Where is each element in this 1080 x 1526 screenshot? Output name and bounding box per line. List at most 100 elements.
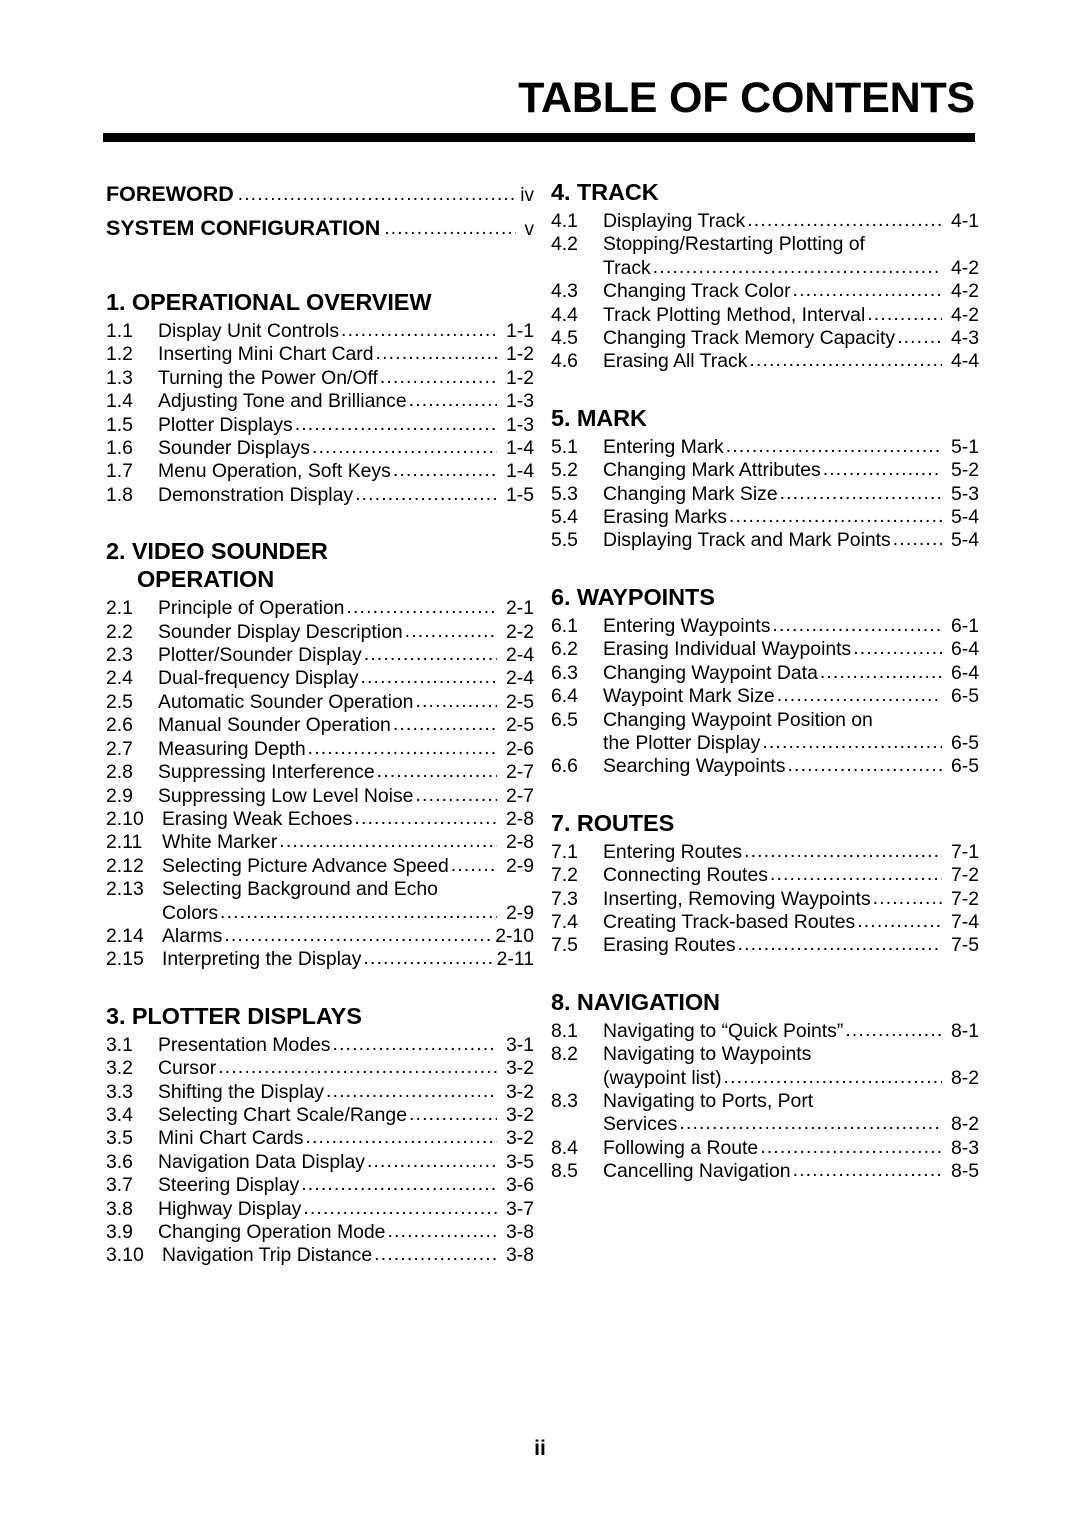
toc-entry[interactable]: 3.6 Navigation Data Display..............…: [106, 1150, 534, 1174]
toc-entry[interactable]: 4.5 Changing Track Memory Capacity.......…: [551, 326, 979, 350]
toc-entry[interactable]: 2.10 Erasing Weak Echoes.................…: [106, 807, 534, 831]
toc-entry-number: 3.6: [106, 1150, 133, 1173]
toc-entry[interactable]: 4.4 Track Plotting Method, Interval......…: [551, 303, 979, 327]
front-matter-row: FOREWORD................................…: [106, 178, 534, 212]
toc-entry[interactable]: 3.5 Mini Chart Cards.....................…: [106, 1126, 534, 1150]
toc-entry-continuation[interactable]: (waypoint list).........................…: [551, 1066, 979, 1090]
toc-entry[interactable]: 5.3 Changing Mark Size...................…: [551, 481, 979, 506]
toc-entry[interactable]: 1.8 Demonstration Display................…: [106, 483, 534, 507]
toc-entry[interactable]: 1.1 Display Unit Controls................…: [106, 319, 534, 343]
toc-entry[interactable]: 2.13Selecting Background and Echo.......…: [106, 878, 534, 901]
toc-entry[interactable]: 3.9 Changing Operation Mode..............…: [106, 1220, 534, 1244]
toc-column-right: 4. TRACK 4.1 Displaying Track.............…: [551, 178, 979, 1184]
toc-entry[interactable]: 2.3 Plotter/Sounder Display..............…: [106, 643, 534, 667]
toc-entry[interactable]: 8.2Navigating to Waypoints..............…: [551, 1043, 979, 1066]
toc-section: 3. PLOTTER DISPLAYS 3.1 Presentation Modes…: [106, 1002, 534, 1268]
dot-leader: ........................................…: [415, 783, 497, 806]
toc-entry[interactable]: 8.1 Navigating to “Quick Points”.........…: [551, 1018, 979, 1043]
toc-section: 4. TRACK 4.1 Displaying Track.............…: [551, 178, 979, 374]
toc-entry[interactable]: 2.12 Selecting Picture Advance Speed.....…: [106, 854, 534, 878]
toc-entry-title: Changing Waypoint Data: [603, 661, 818, 684]
toc-entry-page-number: 1-3: [505, 390, 534, 413]
toc-entry-title: Searching Waypoints: [603, 755, 786, 778]
toc-entry[interactable]: 3.4 Selecting Chart Scale/Range..........…: [106, 1103, 534, 1127]
toc-entry-continuation[interactable]: Services................................…: [551, 1112, 979, 1136]
toc-entry-title: Adjusting Tone and Brilliance: [158, 390, 407, 413]
toc-entry[interactable]: 3.7 Steering Display.....................…: [106, 1173, 534, 1197]
toc-entry-page-number: 2-5: [505, 690, 534, 713]
toc-entry[interactable]: 2.6 Manual Sounder Operation.............…: [106, 713, 534, 737]
toc-entry[interactable]: 2.7 Measuring Depth......................…: [106, 737, 534, 761]
toc-entry[interactable]: 2.5 Automatic Sounder Operation..........…: [106, 690, 534, 714]
toc-entry[interactable]: 3.10 Navigation Trip Distance............…: [106, 1243, 534, 1267]
toc-entry[interactable]: 6.5Changing Waypoint Position on........…: [551, 709, 979, 732]
dot-leader: ........................................…: [224, 923, 495, 946]
toc-entry[interactable]: 2.11 White Marker........................…: [106, 830, 534, 854]
toc-entry[interactable]: 1.7 Menu Operation, Soft Keys............…: [106, 459, 534, 483]
toc-entry[interactable]: 2.14 Alarms..............................…: [106, 923, 534, 948]
toc-entry[interactable]: 7.5 Erasing Routes.......................…: [551, 933, 979, 957]
toc-entry-title: Entering Waypoints: [603, 614, 771, 637]
toc-entry-title: Displaying Track and Mark Points: [603, 529, 891, 552]
toc-entry[interactable]: 1.6 Sounder Displays.....................…: [106, 436, 534, 460]
toc-entry[interactable]: 5.5 Displaying Track and Mark Points.....…: [551, 528, 979, 552]
dot-leader: ........................................…: [779, 481, 942, 504]
toc-entry-continuation[interactable]: Track...................................…: [551, 256, 979, 280]
toc-entry-number: 5.5: [551, 529, 578, 552]
toc-entry[interactable]: 7.2 Connecting Routes....................…: [551, 863, 979, 887]
toc-entry[interactable]: 4.3 Changing Track Color.................…: [551, 279, 979, 303]
section-heading-line: 6. WAYPOINTS: [551, 583, 715, 610]
toc-entry[interactable]: 7.1 Entering Routes......................…: [551, 840, 979, 864]
toc-entry[interactable]: 4.1 Displaying Track.....................…: [551, 209, 979, 233]
toc-section: 8. NAVIGATION 8.1 Navigating to “Quick Poi…: [551, 988, 979, 1184]
toc-entry[interactable]: 6.6 Searching Waypoints..................…: [551, 754, 979, 778]
toc-entry-page-number: 1-3: [505, 413, 534, 436]
toc-entry[interactable]: 5.1 Entering Mark........................…: [551, 435, 979, 459]
toc-entry-number: 3.7: [106, 1174, 133, 1197]
toc-entry[interactable]: 1.4 Adjusting Tone and Brilliance........…: [106, 389, 534, 413]
toc-entry[interactable]: 4.6 Erasing All Track....................…: [551, 349, 979, 373]
dot-leader: ........................................…: [845, 1018, 942, 1041]
toc-entry-title: Displaying Track: [603, 210, 746, 232]
toc-entry[interactable]: 6.2 Erasing Individual Waypoints.........…: [551, 637, 979, 661]
toc-entry[interactable]: 3.2 Cursor...............................…: [106, 1056, 534, 1080]
toc-entry-page-number: 2-4: [505, 644, 534, 667]
front-matter-page-number: iv: [520, 185, 534, 206]
toc-entry-title-continued: (waypoint list): [603, 1066, 722, 1089]
toc-entry[interactable]: 3.3 Shifting the Display.................…: [106, 1080, 534, 1104]
dot-leader: ........................................…: [772, 613, 942, 636]
toc-entry[interactable]: 2.1 Principle of Operation...............…: [106, 596, 534, 620]
toc-entry[interactable]: 1.5 Plotter Displays.....................…: [106, 413, 534, 437]
toc-entry[interactable]: 8.5 Cancelling Navigation................…: [551, 1159, 979, 1183]
toc-entry[interactable]: 6.3 Changing Waypoint Data...............…: [551, 661, 979, 685]
toc-entry[interactable]: 5.4 Erasing Marks........................…: [551, 505, 979, 529]
toc-entry[interactable]: 3.8 Highway Display......................…: [106, 1197, 534, 1221]
toc-entry[interactable]: 7.3 Inserting, Removing Waypoints........…: [551, 887, 979, 911]
toc-entry[interactable]: 2.2 Sounder Display Description..........…: [106, 620, 534, 644]
toc-entry-continuation[interactable]: Colors..................................…: [106, 901, 534, 925]
toc-entry[interactable]: 1.3 Turning the Power On/Off.............…: [106, 366, 534, 390]
toc-entry[interactable]: 7.4 Creating Track-based Routes..........…: [551, 910, 979, 934]
toc-entry-title: Cursor: [158, 1057, 217, 1080]
toc-entry[interactable]: 2.9 Suppressing Low Level Noise..........…: [106, 783, 534, 808]
toc-entry[interactable]: 1.2 Inserting Mini Chart Card............…: [106, 342, 534, 366]
toc-entry-page-number: 1-2: [505, 366, 534, 389]
toc-entry[interactable]: 5.2 Changing Mark Attributes.............…: [551, 458, 979, 482]
toc-entry-number: 2.15: [106, 948, 144, 971]
toc-entry[interactable]: 2.15 Interpreting the Display............…: [106, 947, 534, 971]
toc-entry-continuation[interactable]: the Plotter Display.....................…: [551, 731, 979, 755]
toc-entry-title: Inserting, Removing Waypoints: [603, 887, 871, 910]
toc-entry[interactable]: 2.8 Suppressing Interference.............…: [106, 760, 534, 784]
toc-entry[interactable]: 8.3Navigating to Ports, Port............…: [551, 1090, 979, 1113]
toc-entry-page-number: 4-2: [950, 303, 979, 326]
toc-entry[interactable]: 6.1 Entering Waypoints...................…: [551, 613, 979, 638]
toc-entry[interactable]: 4.2Stopping/Restarting Plotting of......…: [551, 233, 979, 256]
toc-entry-number: 2.5: [106, 690, 133, 713]
dot-leader: ........................................…: [792, 1159, 942, 1182]
toc-entry[interactable]: 3.1 Presentation Modes...................…: [106, 1033, 534, 1057]
toc-entry-title: Changing Track Color: [603, 280, 791, 303]
toc-entry-page-number: 6-4: [950, 638, 979, 661]
toc-entry[interactable]: 6.4 Waypoint Mark Size...................…: [551, 684, 979, 708]
toc-entry[interactable]: 2.4 Dual-frequency Display...............…: [106, 666, 534, 690]
toc-entry[interactable]: 8.4 Following a Route....................…: [551, 1136, 979, 1160]
